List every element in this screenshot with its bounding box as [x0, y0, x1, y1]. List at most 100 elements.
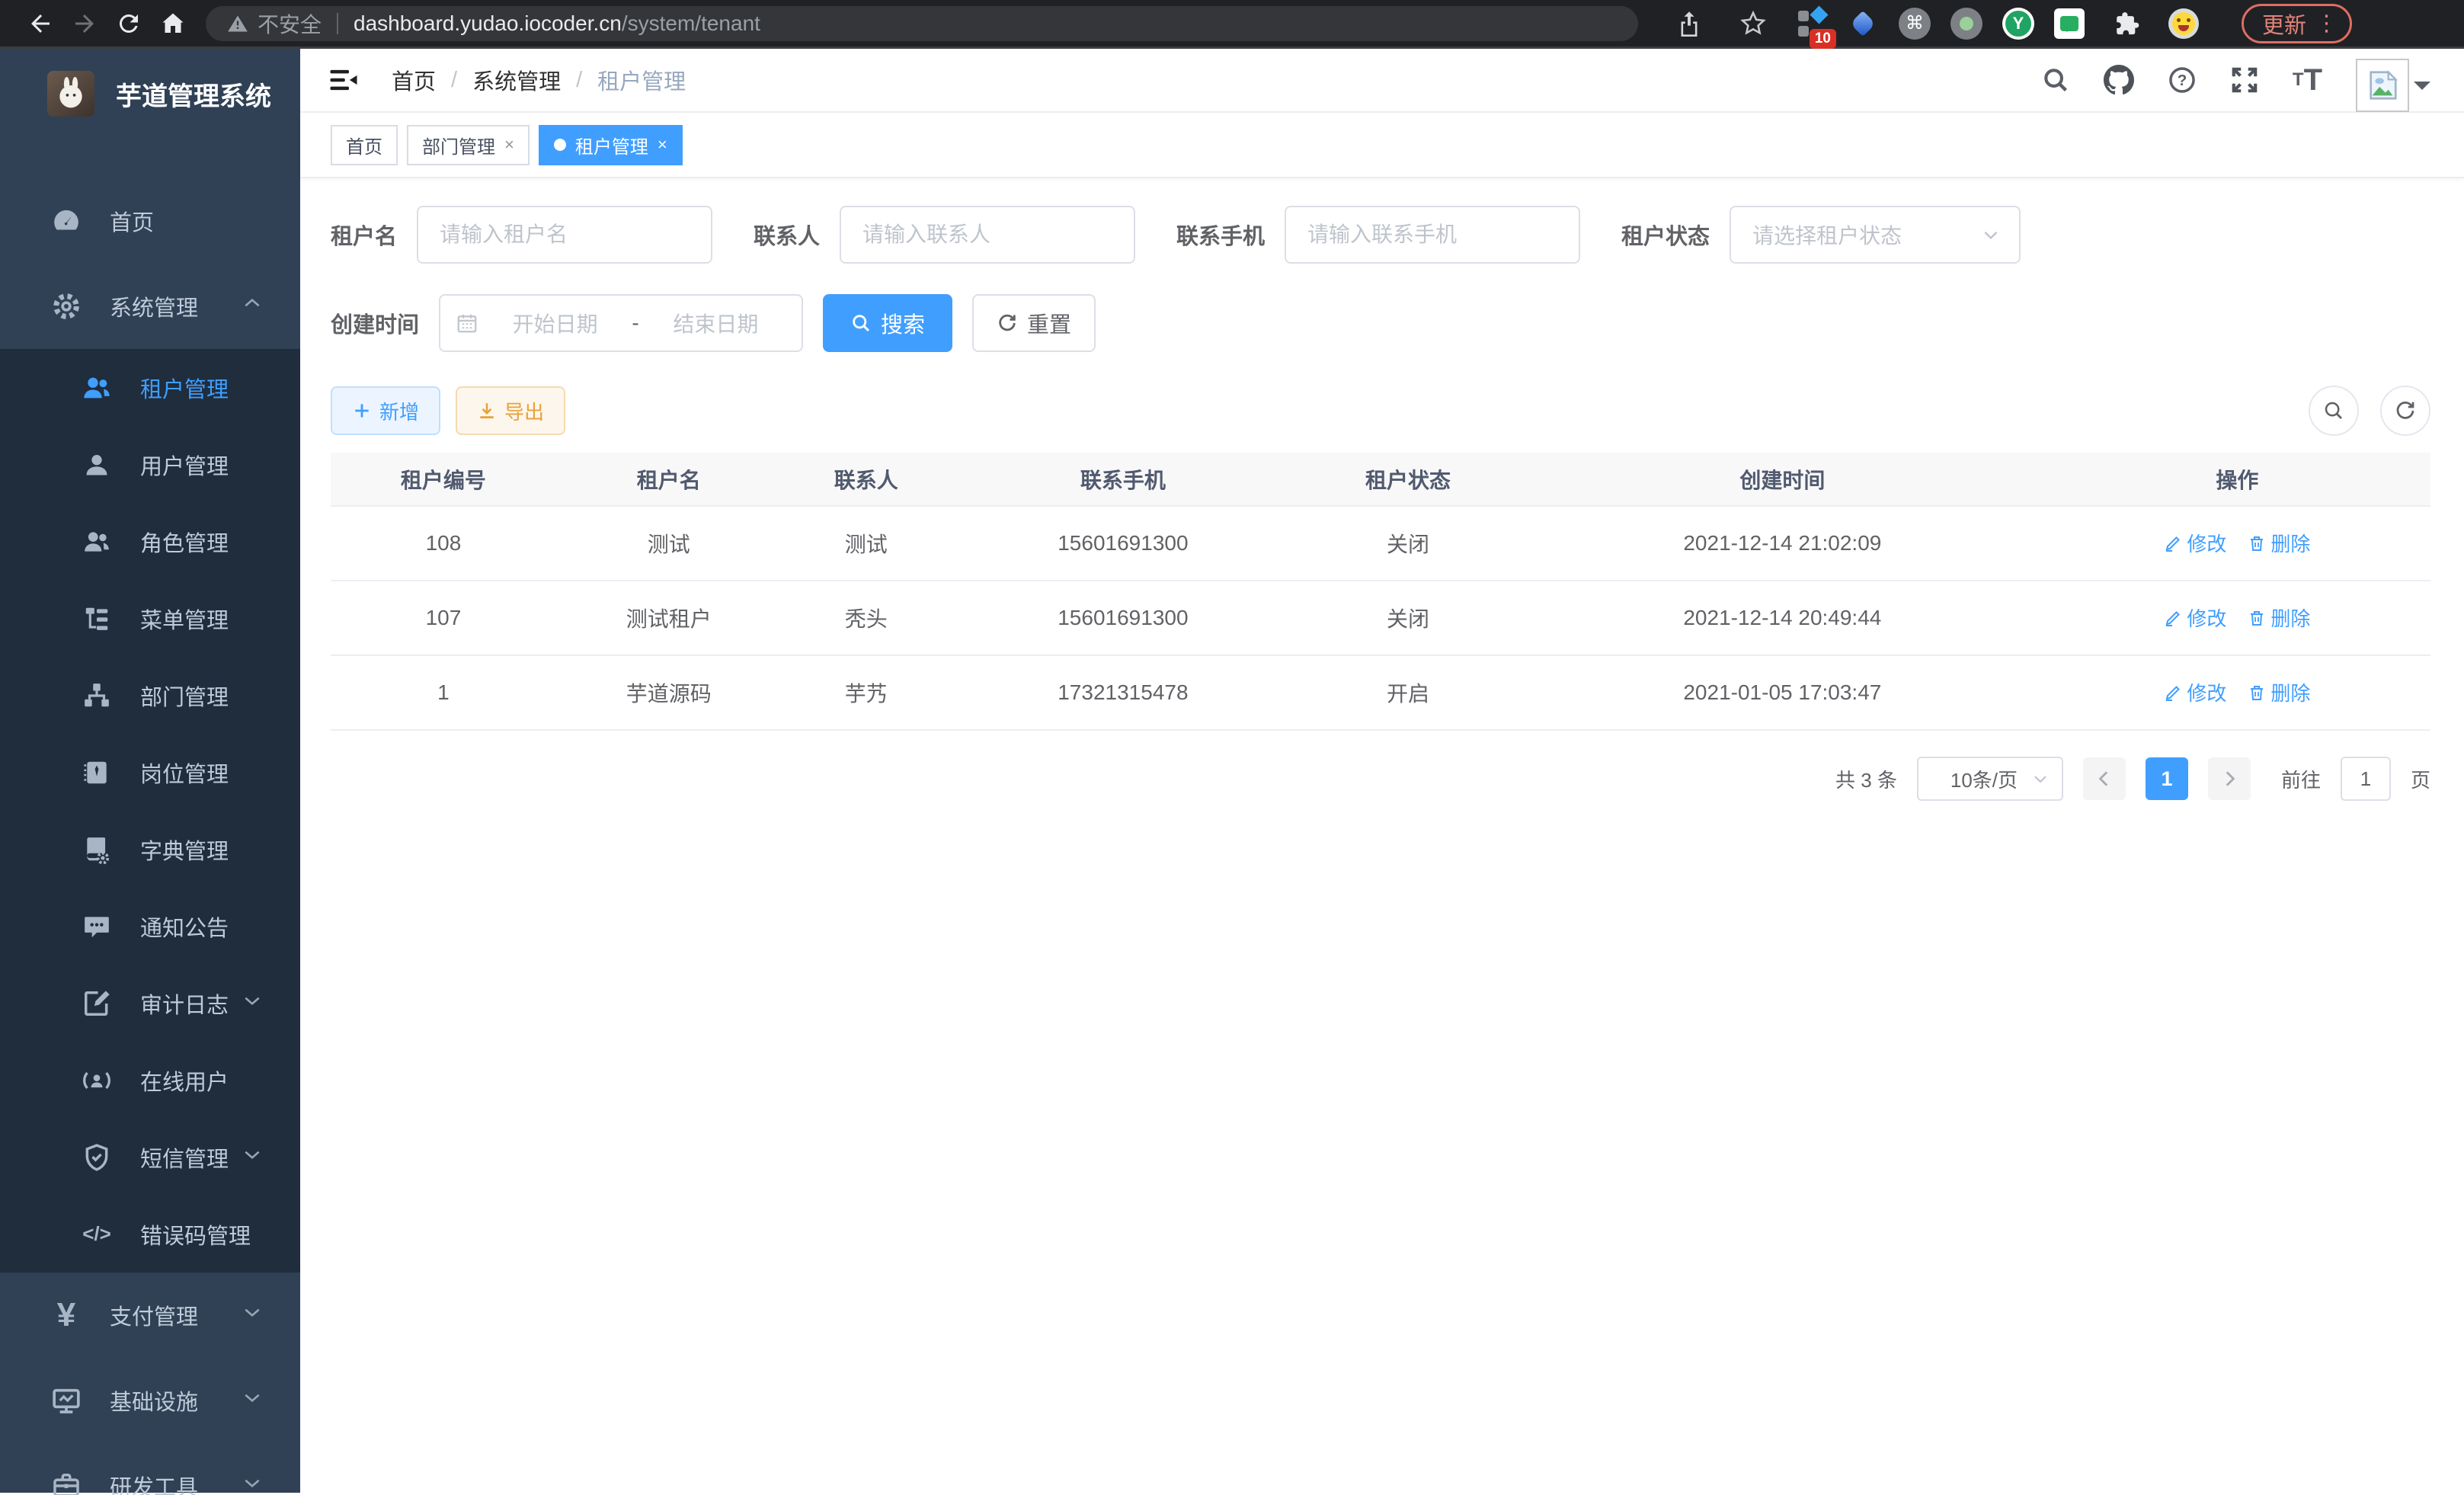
browser-forward-icon[interactable] — [62, 7, 107, 40]
breadcrumb-separator: / — [451, 68, 457, 93]
sidebar-item-devtools[interactable]: 研发工具 — [0, 1443, 300, 1495]
cell-created: 2021-12-14 20:49:44 — [1521, 581, 2044, 655]
browser-update-button[interactable]: 更新 ⋮ — [2242, 4, 2352, 43]
edit-link[interactable]: 修改 — [2164, 603, 2226, 632]
shield-check-icon — [79, 1143, 114, 1172]
table-row: 1 芋道源码 芋艿 17321315478 开启 2021-01-05 17:0… — [331, 655, 2430, 730]
sidebar-item-dict[interactable]: 字典管理 — [0, 811, 300, 888]
tab-dept[interactable]: 部门管理 × — [407, 125, 530, 165]
extension-dot-icon[interactable] — [1950, 8, 1982, 40]
sidebar-item-pay[interactable]: ¥ 支付管理 — [0, 1273, 300, 1358]
app-logo-row[interactable]: 芋道管理系统 — [0, 49, 300, 139]
extension-kite-icon[interactable] — [1847, 8, 1879, 40]
reset-button[interactable]: 重置 — [972, 294, 1096, 352]
delete-link[interactable]: 删除 — [2248, 678, 2310, 706]
extension-command-icon[interactable]: ⌘ — [1899, 8, 1931, 40]
contact-input[interactable] — [840, 206, 1135, 264]
sidebar-item-errcode[interactable]: </> 错误码管理 — [0, 1196, 300, 1273]
export-button[interactable]: 导出 — [456, 386, 565, 435]
breadcrumb-system[interactable]: 系统管理 — [472, 64, 561, 96]
sidebar-item-label: 岗位管理 — [140, 757, 229, 789]
page-size-select[interactable]: 10条/页 — [1917, 757, 2063, 801]
sidebar-item-label: 菜单管理 — [140, 603, 229, 635]
breadcrumb: 首页 / 系统管理 / 租户管理 — [392, 64, 686, 96]
tab-close-icon[interactable]: × — [504, 135, 514, 155]
delete-link[interactable]: 删除 — [2248, 529, 2310, 557]
sidebar-item-audit-log[interactable]: 审计日志 — [0, 965, 300, 1042]
col-contact: 联系人 — [782, 453, 951, 506]
extension-chat-icon[interactable] — [2054, 8, 2085, 39]
sidebar-item-system[interactable]: 系统管理 — [0, 264, 300, 349]
browser-menu-dots-icon[interactable]: ⋮ — [2315, 10, 2338, 37]
sidebar-item-user[interactable]: 用户管理 — [0, 426, 300, 503]
chevron-down-icon — [242, 1473, 262, 1495]
extensions-puzzle-icon[interactable] — [2104, 7, 2149, 40]
browser-home-icon[interactable] — [151, 7, 195, 40]
fullscreen-icon[interactable] — [2230, 66, 2259, 94]
font-size-icon[interactable]: TT — [2293, 65, 2322, 95]
tab-home[interactable]: 首页 — [331, 125, 398, 165]
bookmark-star-icon[interactable] — [1731, 7, 1775, 40]
sidebar-item-label: 租户管理 — [140, 372, 229, 404]
chevron-down-icon — [242, 1144, 262, 1170]
cell-created: 2021-01-05 17:03:47 — [1521, 655, 2044, 730]
header-search-icon[interactable] — [2041, 66, 2070, 94]
address-bar[interactable]: 不安全 dashboard.yudao.iocoder.cn/system/te… — [206, 6, 1638, 41]
url-host[interactable]: dashboard.yudao.iocoder.cn — [354, 11, 622, 36]
profile-avatar-icon[interactable] — [2168, 8, 2199, 39]
github-icon[interactable] — [2104, 65, 2134, 95]
sidebar-item-infra[interactable]: 基础设施 — [0, 1358, 300, 1443]
sidebar-item-menu[interactable]: 菜单管理 — [0, 580, 300, 657]
extension-yudao-icon[interactable]: Y — [2002, 8, 2034, 40]
extension-tag-manager-icon[interactable]: 10 — [1795, 8, 1827, 40]
avatar-dropdown-caret-icon[interactable] — [2414, 82, 2430, 98]
delete-link[interactable]: 删除 — [2248, 603, 2310, 632]
edit-link[interactable]: 修改 — [2164, 529, 2226, 557]
cell-contact: 秃头 — [782, 581, 951, 655]
col-mobile: 联系手机 — [951, 453, 1295, 506]
cell-mobile: 17321315478 — [951, 655, 1295, 730]
sidebar-collapse-icon[interactable] — [328, 64, 360, 96]
pagination: 共 3 条 10条/页 1 前往 页 — [331, 757, 2430, 801]
date-range-picker[interactable]: 开始日期 - 结束日期 — [439, 294, 803, 352]
breadcrumb-home[interactable]: 首页 — [392, 64, 436, 96]
cell-tenant-id: 107 — [331, 581, 556, 655]
tenant-name-input[interactable] — [417, 206, 712, 264]
security-label[interactable]: 不安全 — [258, 8, 322, 39]
sidebar-item-sms[interactable]: 短信管理 — [0, 1119, 300, 1196]
date-start-placeholder[interactable]: 开始日期 — [485, 308, 626, 338]
tab-tenant[interactable]: 租户管理 × — [539, 125, 683, 165]
sidebar-item-tenant[interactable]: 租户管理 — [0, 349, 300, 426]
share-icon[interactable] — [1667, 7, 1711, 40]
show-search-toggle-button[interactable] — [2309, 386, 2359, 436]
chevron-down-icon — [242, 1302, 262, 1328]
search-button[interactable]: 搜索 — [823, 294, 952, 352]
browser-reload-icon[interactable] — [107, 7, 151, 40]
sidebar-item-post[interactable]: 岗位管理 — [0, 734, 300, 811]
browser-back-icon[interactable] — [18, 7, 62, 40]
edit-link[interactable]: 修改 — [2164, 678, 2226, 706]
avatar[interactable] — [2356, 48, 2430, 112]
help-icon[interactable]: ? — [2168, 66, 2197, 94]
status-select[interactable]: 请选择租户状态 — [1730, 206, 2021, 264]
tab-close-icon[interactable]: × — [658, 135, 667, 155]
sidebar-item-label: 部门管理 — [140, 680, 229, 712]
sidebar-item-home[interactable]: 首页 — [0, 178, 300, 264]
goto-page-input[interactable] — [2341, 757, 2391, 801]
url-path[interactable]: /system/tenant — [622, 11, 760, 36]
current-page-button[interactable]: 1 — [2146, 757, 2188, 800]
app-logo — [47, 71, 94, 117]
badge-icon — [79, 758, 114, 787]
date-end-placeholder[interactable]: 结束日期 — [645, 308, 786, 338]
prev-page-button[interactable] — [2083, 757, 2126, 800]
sidebar-item-notice[interactable]: 通知公告 — [0, 888, 300, 965]
refresh-table-button[interactable] — [2380, 386, 2430, 436]
sidebar-item-online-users[interactable]: 在线用户 — [0, 1042, 300, 1119]
next-page-button[interactable] — [2208, 757, 2251, 800]
mobile-input[interactable] — [1285, 206, 1580, 264]
sidebar-item-role[interactable]: 角色管理 — [0, 503, 300, 580]
add-button[interactable]: 新增 — [331, 386, 440, 435]
sidebar-item-dept[interactable]: 部门管理 — [0, 657, 300, 734]
col-status: 租户状态 — [1295, 453, 1521, 506]
dashboard-icon — [49, 206, 84, 236]
